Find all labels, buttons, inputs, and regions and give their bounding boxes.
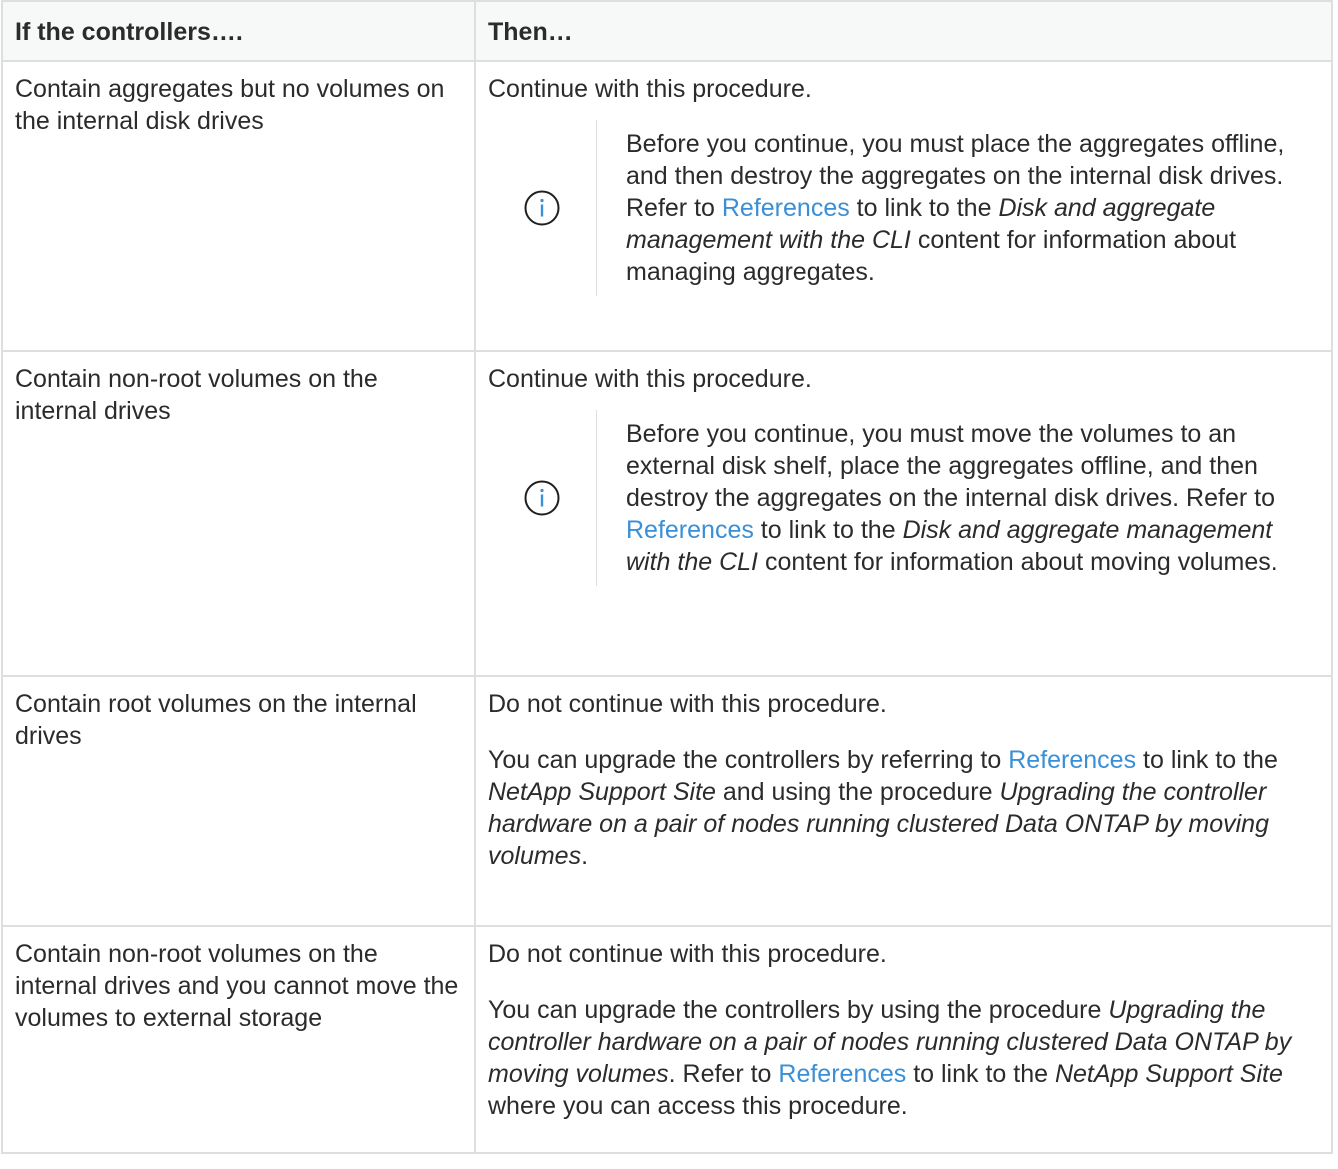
condition-cell: Contain non-root volumes on the internal…	[1, 925, 476, 1154]
header-condition: If the controllers….	[1, 0, 476, 62]
references-link[interactable]: References	[778, 1060, 906, 1088]
references-link[interactable]: References	[722, 194, 850, 222]
condition-cell: Contain non-root volumes on the internal…	[1, 350, 476, 677]
header-action: Then…	[474, 0, 1333, 62]
table-row: Contain root volumes on the internal dri…	[1, 675, 1333, 927]
info-circle-icon	[524, 480, 560, 516]
action-cell: Continue with this procedure. Before you…	[474, 350, 1333, 677]
action-cell: Continue with this procedure. Before you…	[474, 60, 1333, 352]
note-admonition: Before you continue, you must move the v…	[488, 410, 1319, 586]
references-link[interactable]: References	[626, 516, 754, 544]
table-row: Contain non-root volumes on the internal…	[1, 350, 1333, 677]
note-text: Before you continue, you must place the …	[596, 120, 1319, 296]
action-cell: Do not continue with this procedure. You…	[474, 675, 1333, 927]
decision-table: If the controllers…. Then… Contain aggre…	[1, 0, 1333, 1154]
table-row: Contain non-root volumes on the internal…	[1, 925, 1333, 1154]
detail-text: You can upgrade the controllers by refer…	[488, 746, 1278, 870]
action-text: Do not continue with this procedure.	[488, 690, 887, 718]
condition-cell: Contain root volumes on the internal dri…	[1, 675, 476, 927]
action-text: Continue with this procedure.	[488, 365, 812, 393]
note-admonition: Before you continue, you must place the …	[488, 120, 1319, 296]
references-link[interactable]: References	[1008, 746, 1136, 774]
action-text: Continue with this procedure.	[488, 75, 812, 103]
table-row: Contain aggregates but no volumes on the…	[1, 60, 1333, 352]
condition-cell: Contain aggregates but no volumes on the…	[1, 60, 476, 352]
note-text: Before you continue, you must move the v…	[596, 410, 1319, 586]
detail-text: You can upgrade the controllers by using…	[488, 996, 1292, 1120]
action-cell: Do not continue with this procedure. You…	[474, 925, 1333, 1154]
info-circle-icon	[524, 190, 560, 226]
action-text: Do not continue with this procedure.	[488, 940, 887, 968]
table-header-row: If the controllers…. Then…	[1, 0, 1333, 62]
